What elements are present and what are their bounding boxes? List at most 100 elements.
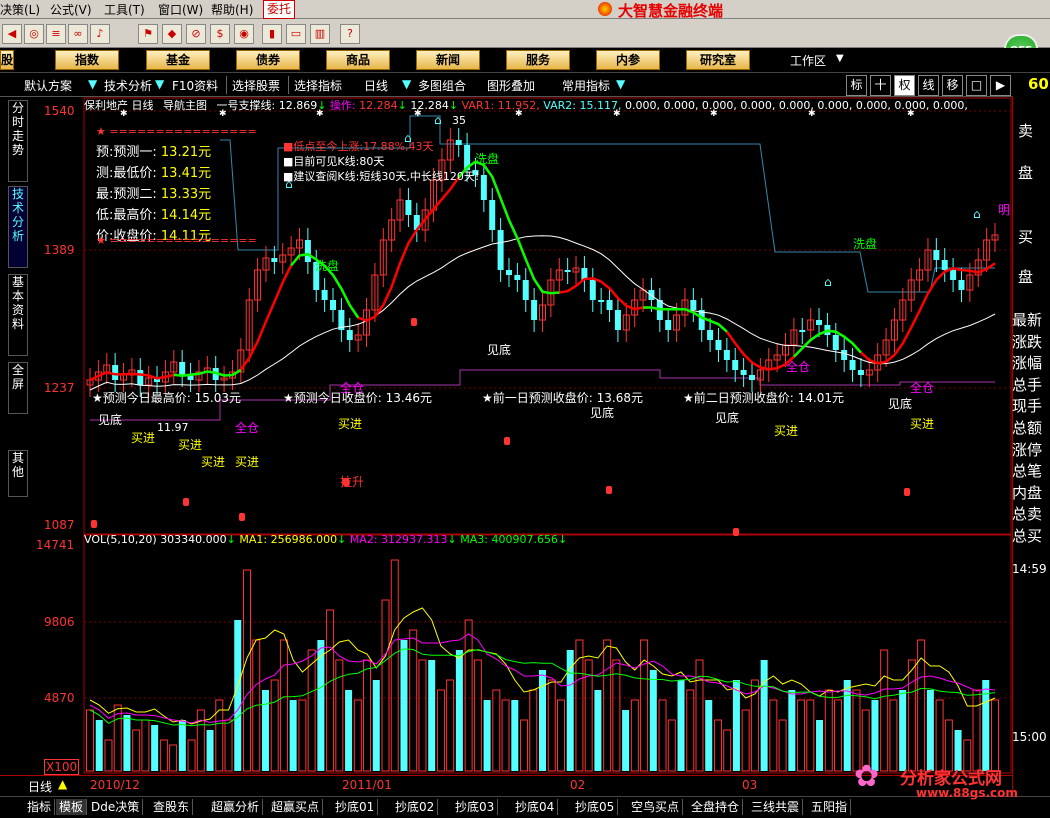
tab-chaoying-buy[interactable]: 超赢买点 bbox=[268, 799, 324, 815]
weituo-button[interactable]: 委托 bbox=[263, 0, 296, 19]
btn-biao[interactable]: 标 bbox=[846, 75, 867, 96]
volume-bar bbox=[187, 739, 196, 772]
volume-bar bbox=[363, 659, 372, 772]
btn-crosshair[interactable]: 十 bbox=[870, 75, 891, 96]
nav-insider[interactable]: 内参 bbox=[596, 50, 660, 70]
price-tick-1237: 1237 bbox=[44, 381, 75, 395]
zero-values: 0.000, 0.000, 0.000, 0.000, 0.000, 0.000… bbox=[624, 99, 968, 112]
menu-window[interactable]: 窗口(W) bbox=[158, 1, 203, 18]
sell-label-1: 卖 bbox=[1018, 122, 1034, 140]
default-scheme[interactable]: 默认方案 bbox=[24, 77, 72, 94]
prediction-value: 13.33元 bbox=[160, 187, 212, 202]
toolbar: ◀ ◎ ≡ ∞ ♪ ⚑ ◆ ⊘ $ ◉ ▮ ▭ ▥ ? bbox=[0, 19, 1050, 48]
tab-template[interactable]: 模板 bbox=[56, 799, 88, 815]
volume-bar bbox=[483, 700, 491, 771]
menu-help[interactable]: 帮助(H) bbox=[211, 1, 253, 18]
tab-quanpan[interactable]: 全盘持仓 bbox=[688, 799, 744, 815]
f10-info[interactable]: F10资料 bbox=[172, 77, 218, 94]
multi-chart[interactable]: 多图组合 bbox=[418, 77, 466, 94]
vol-ma2: MA2: 312937.313 bbox=[349, 533, 448, 546]
menu-jue-ce[interactable]: 决策(L) bbox=[0, 1, 40, 18]
nav-bond[interactable]: 债券 bbox=[236, 50, 300, 70]
btn-window[interactable]: □ bbox=[966, 75, 987, 96]
time-label: 14:59 bbox=[1012, 562, 1047, 576]
label-low-value: 11.97 bbox=[157, 421, 189, 434]
volume-bar bbox=[289, 700, 297, 771]
select-stock[interactable]: 选择股票 bbox=[232, 77, 280, 94]
btn-quan[interactable]: 权 bbox=[894, 75, 915, 96]
candle-body bbox=[665, 320, 672, 330]
dollar-icon[interactable]: $ bbox=[210, 24, 230, 44]
binoculars-icon[interactable]: ∞ bbox=[68, 24, 88, 44]
nav-service[interactable]: 服务 bbox=[506, 50, 570, 70]
volume-bar bbox=[104, 739, 113, 772]
volume-bar bbox=[428, 660, 436, 771]
btn-next[interactable]: ▶ bbox=[990, 75, 1011, 96]
common-indicators[interactable]: 常用指标 bbox=[562, 77, 610, 94]
volume-bar bbox=[677, 680, 685, 771]
tech-analysis[interactable]: 技术分析 bbox=[104, 77, 152, 94]
nav-index[interactable]: 指数 bbox=[55, 50, 119, 70]
help-icon[interactable]: ? bbox=[340, 24, 360, 44]
candle-body bbox=[816, 320, 823, 325]
glasses-icon[interactable]: ◎ bbox=[24, 24, 44, 44]
tab-indicator[interactable]: 指标 bbox=[24, 799, 56, 815]
tab-kongniao[interactable]: 空鸟买点 bbox=[628, 799, 684, 815]
label-jiandi-4: 见底 bbox=[715, 411, 740, 425]
workspace-label[interactable]: 工作区 bbox=[790, 52, 826, 69]
nav-commodity[interactable]: 商品 bbox=[326, 50, 390, 70]
candle-body bbox=[137, 370, 144, 385]
tab-chaodi03[interactable]: 抄底03 bbox=[452, 799, 499, 815]
volume-bar bbox=[86, 709, 94, 772]
volume-bar bbox=[769, 699, 778, 772]
candle-body bbox=[304, 240, 311, 262]
nav-news[interactable]: 新闻 bbox=[416, 50, 480, 70]
btn-move[interactable]: 移 bbox=[942, 75, 963, 96]
workspace-dropdown-icon[interactable]: ▼ bbox=[836, 53, 844, 64]
chart-icon[interactable]: ▮ bbox=[262, 24, 282, 44]
nav-fund[interactable]: 基金 bbox=[146, 50, 210, 70]
volume-bar bbox=[151, 725, 159, 771]
menu-formula[interactable]: 公式(V) bbox=[50, 1, 92, 18]
candle-body bbox=[698, 310, 705, 330]
period-label[interactable]: 日线 bbox=[28, 778, 52, 795]
price-tick-1087: 1087 bbox=[44, 518, 75, 532]
tab-chaodi04[interactable]: 抄底04 bbox=[512, 799, 559, 815]
watermark: ✿ 分析家公式网 www.88gs.com bbox=[850, 762, 1050, 802]
forbid-icon[interactable]: ⊘ bbox=[186, 24, 206, 44]
candle-body bbox=[690, 300, 697, 310]
volume-bar bbox=[520, 719, 529, 772]
books-icon[interactable]: ▥ bbox=[310, 24, 330, 44]
white-square-icon: ■ bbox=[283, 170, 294, 183]
flag-icon[interactable]: ⚑ bbox=[138, 24, 158, 44]
nav-stock[interactable]: 股 bbox=[0, 50, 14, 70]
globe-icon[interactable]: ◉ bbox=[234, 24, 254, 44]
back-icon[interactable]: ◀ bbox=[2, 24, 22, 44]
menu-tools[interactable]: 工具(T) bbox=[104, 1, 145, 18]
var1: VAR1: 11.952, bbox=[461, 99, 540, 112]
select-indicator[interactable]: 选择指标 bbox=[294, 77, 342, 94]
period-select[interactable]: 日线 bbox=[364, 77, 388, 94]
overlay[interactable]: 图形叠加 bbox=[487, 77, 535, 94]
window-icon[interactable]: ▭ bbox=[286, 24, 306, 44]
tab-sanxian[interactable]: 三线共震 bbox=[748, 799, 804, 815]
tab-wuyang[interactable]: 五阳指 bbox=[808, 799, 852, 815]
tab-chaodi05[interactable]: 抄底05 bbox=[572, 799, 619, 815]
btn-xian[interactable]: 线 bbox=[918, 75, 939, 96]
volume-bar bbox=[455, 650, 463, 771]
list-icon[interactable]: ≡ bbox=[46, 24, 66, 44]
tab-chaoying-analysis[interactable]: 超赢分析 bbox=[208, 799, 264, 815]
speaker-icon[interactable]: ♪ bbox=[90, 24, 110, 44]
volume-bar bbox=[926, 690, 934, 771]
volume-bar bbox=[705, 700, 713, 771]
note-text: 建议查阅K线:短线30天,中长线120天! bbox=[293, 170, 480, 183]
tab-dde[interactable]: Dde决策 bbox=[88, 799, 144, 815]
tab-chaodi02[interactable]: 抄底02 bbox=[392, 799, 439, 815]
tab-chaodi01[interactable]: 抄底01 bbox=[332, 799, 379, 815]
volume-bar bbox=[270, 679, 279, 772]
nav-research[interactable]: 研究室 bbox=[686, 50, 750, 70]
diamond-icon[interactable]: ◆ bbox=[162, 24, 182, 44]
tab-shareholders[interactable]: 查股东 bbox=[150, 799, 194, 815]
volume-bar bbox=[353, 699, 362, 772]
down-arrow-icon: ↓ bbox=[226, 533, 236, 546]
